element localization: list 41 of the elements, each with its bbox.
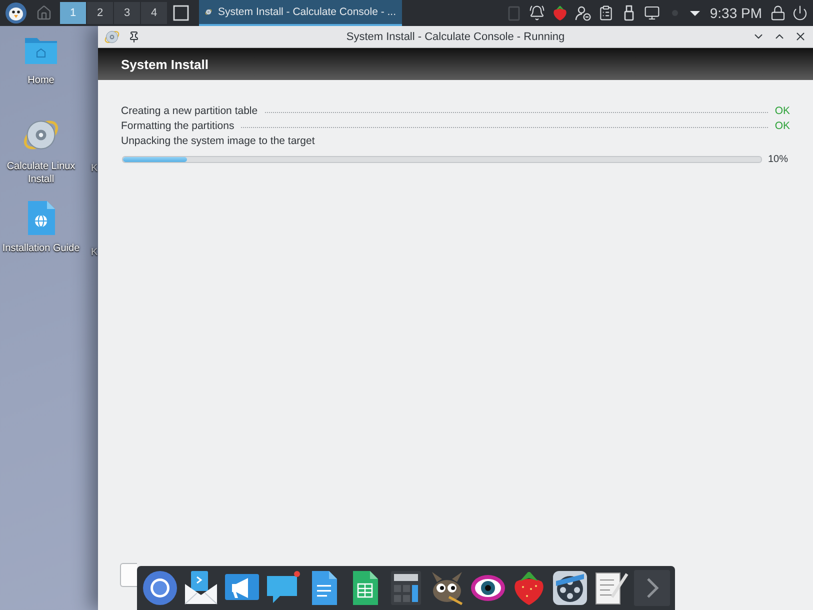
step-label: Formatting the partitions	[121, 120, 234, 132]
desktop-pager-tab[interactable]: 4	[141, 2, 167, 24]
desktop-icon-label[interactable]: Calculate Linux Install	[1, 160, 81, 186]
chevron-right-icon[interactable]	[634, 570, 670, 606]
pin-icon[interactable]	[128, 30, 140, 42]
section-header: System Install	[98, 48, 813, 80]
desktop-pager-tab[interactable]: 3	[114, 2, 140, 24]
step-label: Unpacking the system image to the target	[121, 134, 315, 146]
close-icon[interactable]	[794, 30, 807, 43]
home-icon[interactable]	[36, 5, 52, 21]
lock-icon[interactable]	[770, 5, 786, 21]
bell-icon[interactable]	[528, 5, 545, 21]
clipboard-icon[interactable]	[598, 5, 614, 21]
desktop-icon-label[interactable]: K	[91, 247, 98, 258]
penguin-icon[interactable]	[5, 2, 27, 24]
desktop-pager-tab[interactable]: 2	[87, 2, 113, 24]
user-icon[interactable]	[574, 5, 591, 21]
step-label: Creating a new partition table	[121, 104, 258, 116]
desktop-icon-label[interactable]: Home	[1, 74, 81, 87]
chat-icon[interactable]	[265, 570, 301, 606]
mail-icon[interactable]	[183, 570, 219, 606]
window-title: System Install - Calculate Console - Running	[346, 30, 565, 42]
browser-icon[interactable]	[142, 570, 178, 606]
desktop-icon-label[interactable]: Installation Guide	[1, 242, 81, 255]
square-icon[interactable]	[173, 5, 189, 21]
progress-reading: 10%	[768, 154, 788, 165]
clock-text: 9:33 PM	[710, 5, 762, 21]
creature-icon[interactable]	[429, 570, 465, 606]
desktop-pager-tab[interactable]: 1	[60, 2, 86, 24]
monitor-icon[interactable]	[644, 5, 660, 21]
calculator-icon[interactable]	[388, 570, 424, 606]
power-icon[interactable]	[792, 5, 808, 21]
disc-icon[interactable]	[104, 28, 120, 44]
status-text: OK	[774, 120, 790, 132]
taskbar-button[interactable]: System Install - Calculate Console - ...	[199, 0, 402, 26]
caret-icon[interactable]	[690, 8, 700, 18]
notepad-icon[interactable]	[593, 570, 629, 606]
film-reel-icon[interactable]	[552, 570, 588, 606]
status-text: OK	[774, 104, 790, 116]
desktop-icon-label[interactable]: K	[91, 163, 98, 174]
strawberry-icon[interactable]	[552, 5, 568, 21]
